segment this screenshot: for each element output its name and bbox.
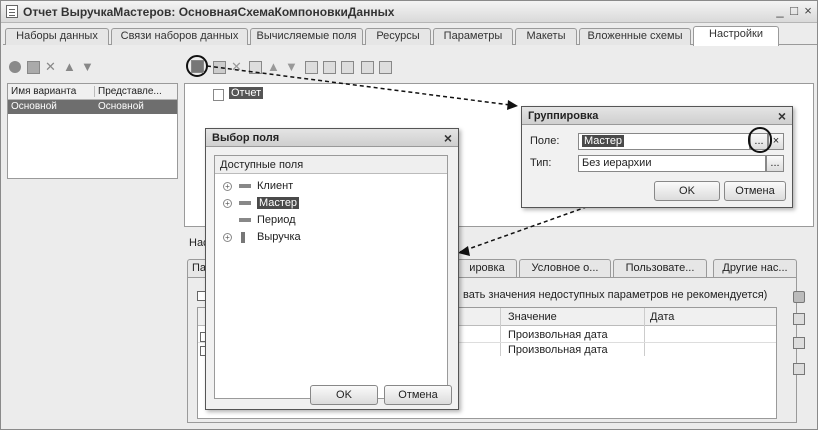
dialog-title: Группировка — [522, 107, 792, 125]
field-icon — [239, 218, 251, 222]
field-label: Выручка — [257, 231, 301, 243]
field-value: Мастер — [582, 135, 625, 147]
ok-button[interactable]: OK — [654, 181, 720, 201]
field-icon — [239, 184, 251, 188]
cancel-button[interactable]: Отмена — [384, 385, 452, 405]
fields-header: Доступные поля — [215, 156, 447, 174]
ok-button[interactable]: OK — [310, 385, 378, 405]
close-icon[interactable]: × — [444, 130, 452, 146]
expand-icon[interactable]: + — [223, 182, 232, 191]
highlight-circle — [748, 127, 772, 153]
type-input[interactable]: Без иерархии — [578, 155, 766, 172]
field-label: Период — [257, 214, 296, 226]
close-icon[interactable]: × — [778, 108, 786, 124]
expand-icon[interactable]: + — [223, 199, 232, 208]
field-label: Поле: — [530, 135, 560, 147]
cancel-button[interactable]: Отмена — [724, 181, 786, 201]
field-label: Клиент — [257, 180, 294, 192]
field-icon — [239, 201, 251, 205]
grouping-dialog: Группировка × Поле: Мастер ... × Тип: Бе… — [521, 106, 793, 208]
field-input[interactable]: Мастер — [578, 133, 750, 150]
field-label: Мастер — [257, 197, 300, 209]
available-fields-tree: Доступные поля + Клиент + Мастер Период … — [214, 155, 448, 399]
dialog-title: Выбор поля — [206, 129, 458, 147]
field-select-dialog: Выбор поля × Доступные поля + Клиент + М… — [205, 128, 459, 410]
select-type-button[interactable]: ... — [766, 155, 784, 172]
type-label: Тип: — [530, 157, 552, 169]
resource-icon — [241, 232, 245, 243]
expand-icon[interactable]: + — [223, 233, 232, 242]
